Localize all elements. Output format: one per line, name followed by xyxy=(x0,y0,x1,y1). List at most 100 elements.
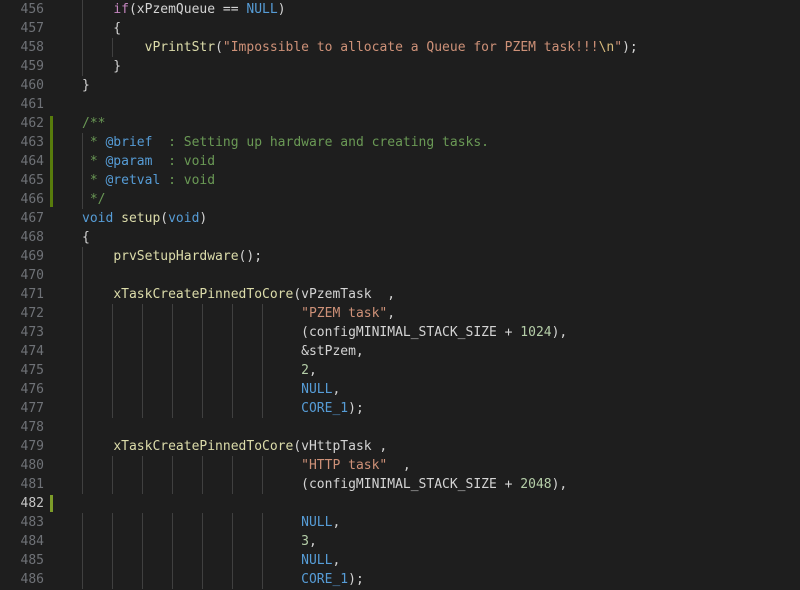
line-number: 467 xyxy=(20,211,44,226)
code-line[interactable]: &stPzem, xyxy=(56,342,800,361)
code-token: * xyxy=(82,173,106,188)
line-number: 473 xyxy=(20,325,44,340)
code-token: (xPzemQueue xyxy=(128,2,223,17)
code-token: vPrintStr xyxy=(144,40,216,55)
line-number: 479 xyxy=(20,439,44,454)
code-line[interactable]: * @retval : void xyxy=(56,171,800,190)
code-text: vPrintStr("Impossible to allocate a Queu… xyxy=(56,40,638,55)
code-line[interactable] xyxy=(56,266,800,285)
code-line[interactable]: xTaskCreatePinnedToCore(vHttpTask , xyxy=(56,437,800,456)
code-token: , xyxy=(387,458,411,473)
line-number: 483 xyxy=(20,515,44,530)
code-text: CORE_1); xyxy=(56,401,364,416)
code-line[interactable]: 3, xyxy=(56,532,800,551)
line-number-gutter[interactable]: 456 457 458 459 460 461 462 463 464 465 466 467 468 4… xyxy=(0,0,56,590)
code-line[interactable]: * @brief : Setting up hardware and creat… xyxy=(56,133,800,152)
code-line[interactable]: vPrintStr("Impossible to allocate a Queu… xyxy=(56,38,800,57)
code-token: , xyxy=(332,553,341,568)
code-line[interactable]: CORE_1); xyxy=(56,570,800,589)
code-line[interactable]: NULL, xyxy=(56,513,800,532)
code-token: CORE_1 xyxy=(301,401,349,416)
code-line[interactable]: xTaskCreatePinnedToCore(vPzemTask , xyxy=(56,285,800,304)
line-number: 456 xyxy=(20,2,44,17)
code-token: : Setting up hardware and creating tasks… xyxy=(152,135,489,150)
code-token: (vPzemTask , xyxy=(293,287,396,302)
code-token: (); xyxy=(238,249,263,264)
code-token: } xyxy=(82,59,122,74)
code-text: * @param : void xyxy=(56,154,215,169)
line-number: 463 xyxy=(20,135,44,150)
code-editor[interactable]: 456 457 458 459 460 461 462 463 464 465 466 467 468 4… xyxy=(0,0,800,590)
code-line[interactable]: NULL, xyxy=(56,380,800,399)
line-number: 478 xyxy=(20,420,44,435)
code-token: void xyxy=(168,211,200,226)
line-number: 472 xyxy=(20,306,44,321)
code-line[interactable]: * @param : void xyxy=(56,152,800,171)
code-text: prvSetupHardware(); xyxy=(56,249,262,264)
code-line[interactable]: "PZEM task", xyxy=(56,304,800,323)
code-token: ); xyxy=(348,401,364,416)
code-line[interactable]: void setup(void) xyxy=(56,209,800,228)
line-number: 480 xyxy=(20,458,44,473)
line-number: 466 xyxy=(20,192,44,207)
code-text: "PZEM task", xyxy=(56,306,395,321)
code-content-area[interactable]: if(xPzemQueue == NULL) { vPrintStr("Impo… xyxy=(56,0,800,590)
code-token: 1024 xyxy=(520,325,552,340)
code-text: &stPzem, xyxy=(56,344,364,359)
code-line[interactable]: prvSetupHardware(); xyxy=(56,247,800,266)
code-token: } xyxy=(82,78,90,93)
code-token: 3 xyxy=(301,534,309,549)
code-token: setup xyxy=(121,211,161,226)
code-token: @retval xyxy=(105,173,161,188)
code-token: @param xyxy=(105,154,153,169)
line-number: 470 xyxy=(20,268,44,283)
code-token: { xyxy=(82,21,122,36)
code-line[interactable] xyxy=(56,95,800,114)
code-line[interactable]: 2, xyxy=(56,361,800,380)
code-line[interactable]: } xyxy=(56,57,800,76)
code-token: == xyxy=(222,2,239,17)
code-line[interactable]: NULL, xyxy=(56,551,800,570)
line-number: 457 xyxy=(20,21,44,36)
code-line[interactable]: { xyxy=(56,228,800,247)
code-token: ( xyxy=(160,211,169,226)
line-number: 482 xyxy=(20,496,44,511)
code-line[interactable]: "HTTP task" , xyxy=(56,456,800,475)
code-token: xTaskCreatePinnedToCore xyxy=(113,287,294,302)
line-number: 468 xyxy=(20,230,44,245)
code-text: 2, xyxy=(56,363,317,378)
code-line[interactable]: (configMINIMAL_STACK_SIZE + 1024), xyxy=(56,323,800,342)
git-change-marker xyxy=(50,116,53,207)
code-token: * xyxy=(82,135,106,150)
code-text: * @retval : void xyxy=(56,173,215,188)
line-number: 476 xyxy=(20,382,44,397)
code-line[interactable] xyxy=(56,418,800,437)
code-line[interactable]: CORE_1); xyxy=(56,399,800,418)
indent-guide xyxy=(82,418,83,437)
code-token: NULL xyxy=(301,515,333,530)
code-token: (configMINIMAL_STACK_SIZE + xyxy=(82,325,521,340)
code-text: 3, xyxy=(56,534,317,549)
code-line[interactable] xyxy=(56,494,800,513)
line-number: 475 xyxy=(20,363,44,378)
line-number: 462 xyxy=(20,116,44,131)
code-line[interactable]: { xyxy=(56,19,800,38)
code-token: , xyxy=(332,382,341,397)
code-line[interactable]: if(xPzemQueue == NULL) xyxy=(56,0,800,19)
code-line[interactable]: /** xyxy=(56,114,800,133)
code-text: NULL, xyxy=(56,553,340,568)
code-text: xTaskCreatePinnedToCore(vHttpTask , xyxy=(56,439,387,454)
code-text: } xyxy=(56,59,121,74)
code-token: prvSetupHardware xyxy=(113,249,239,264)
code-line[interactable]: */ xyxy=(56,190,800,209)
code-line[interactable]: } xyxy=(56,76,800,95)
code-text: /** xyxy=(56,116,105,131)
code-line[interactable]: (configMINIMAL_STACK_SIZE + 2048), xyxy=(56,475,800,494)
